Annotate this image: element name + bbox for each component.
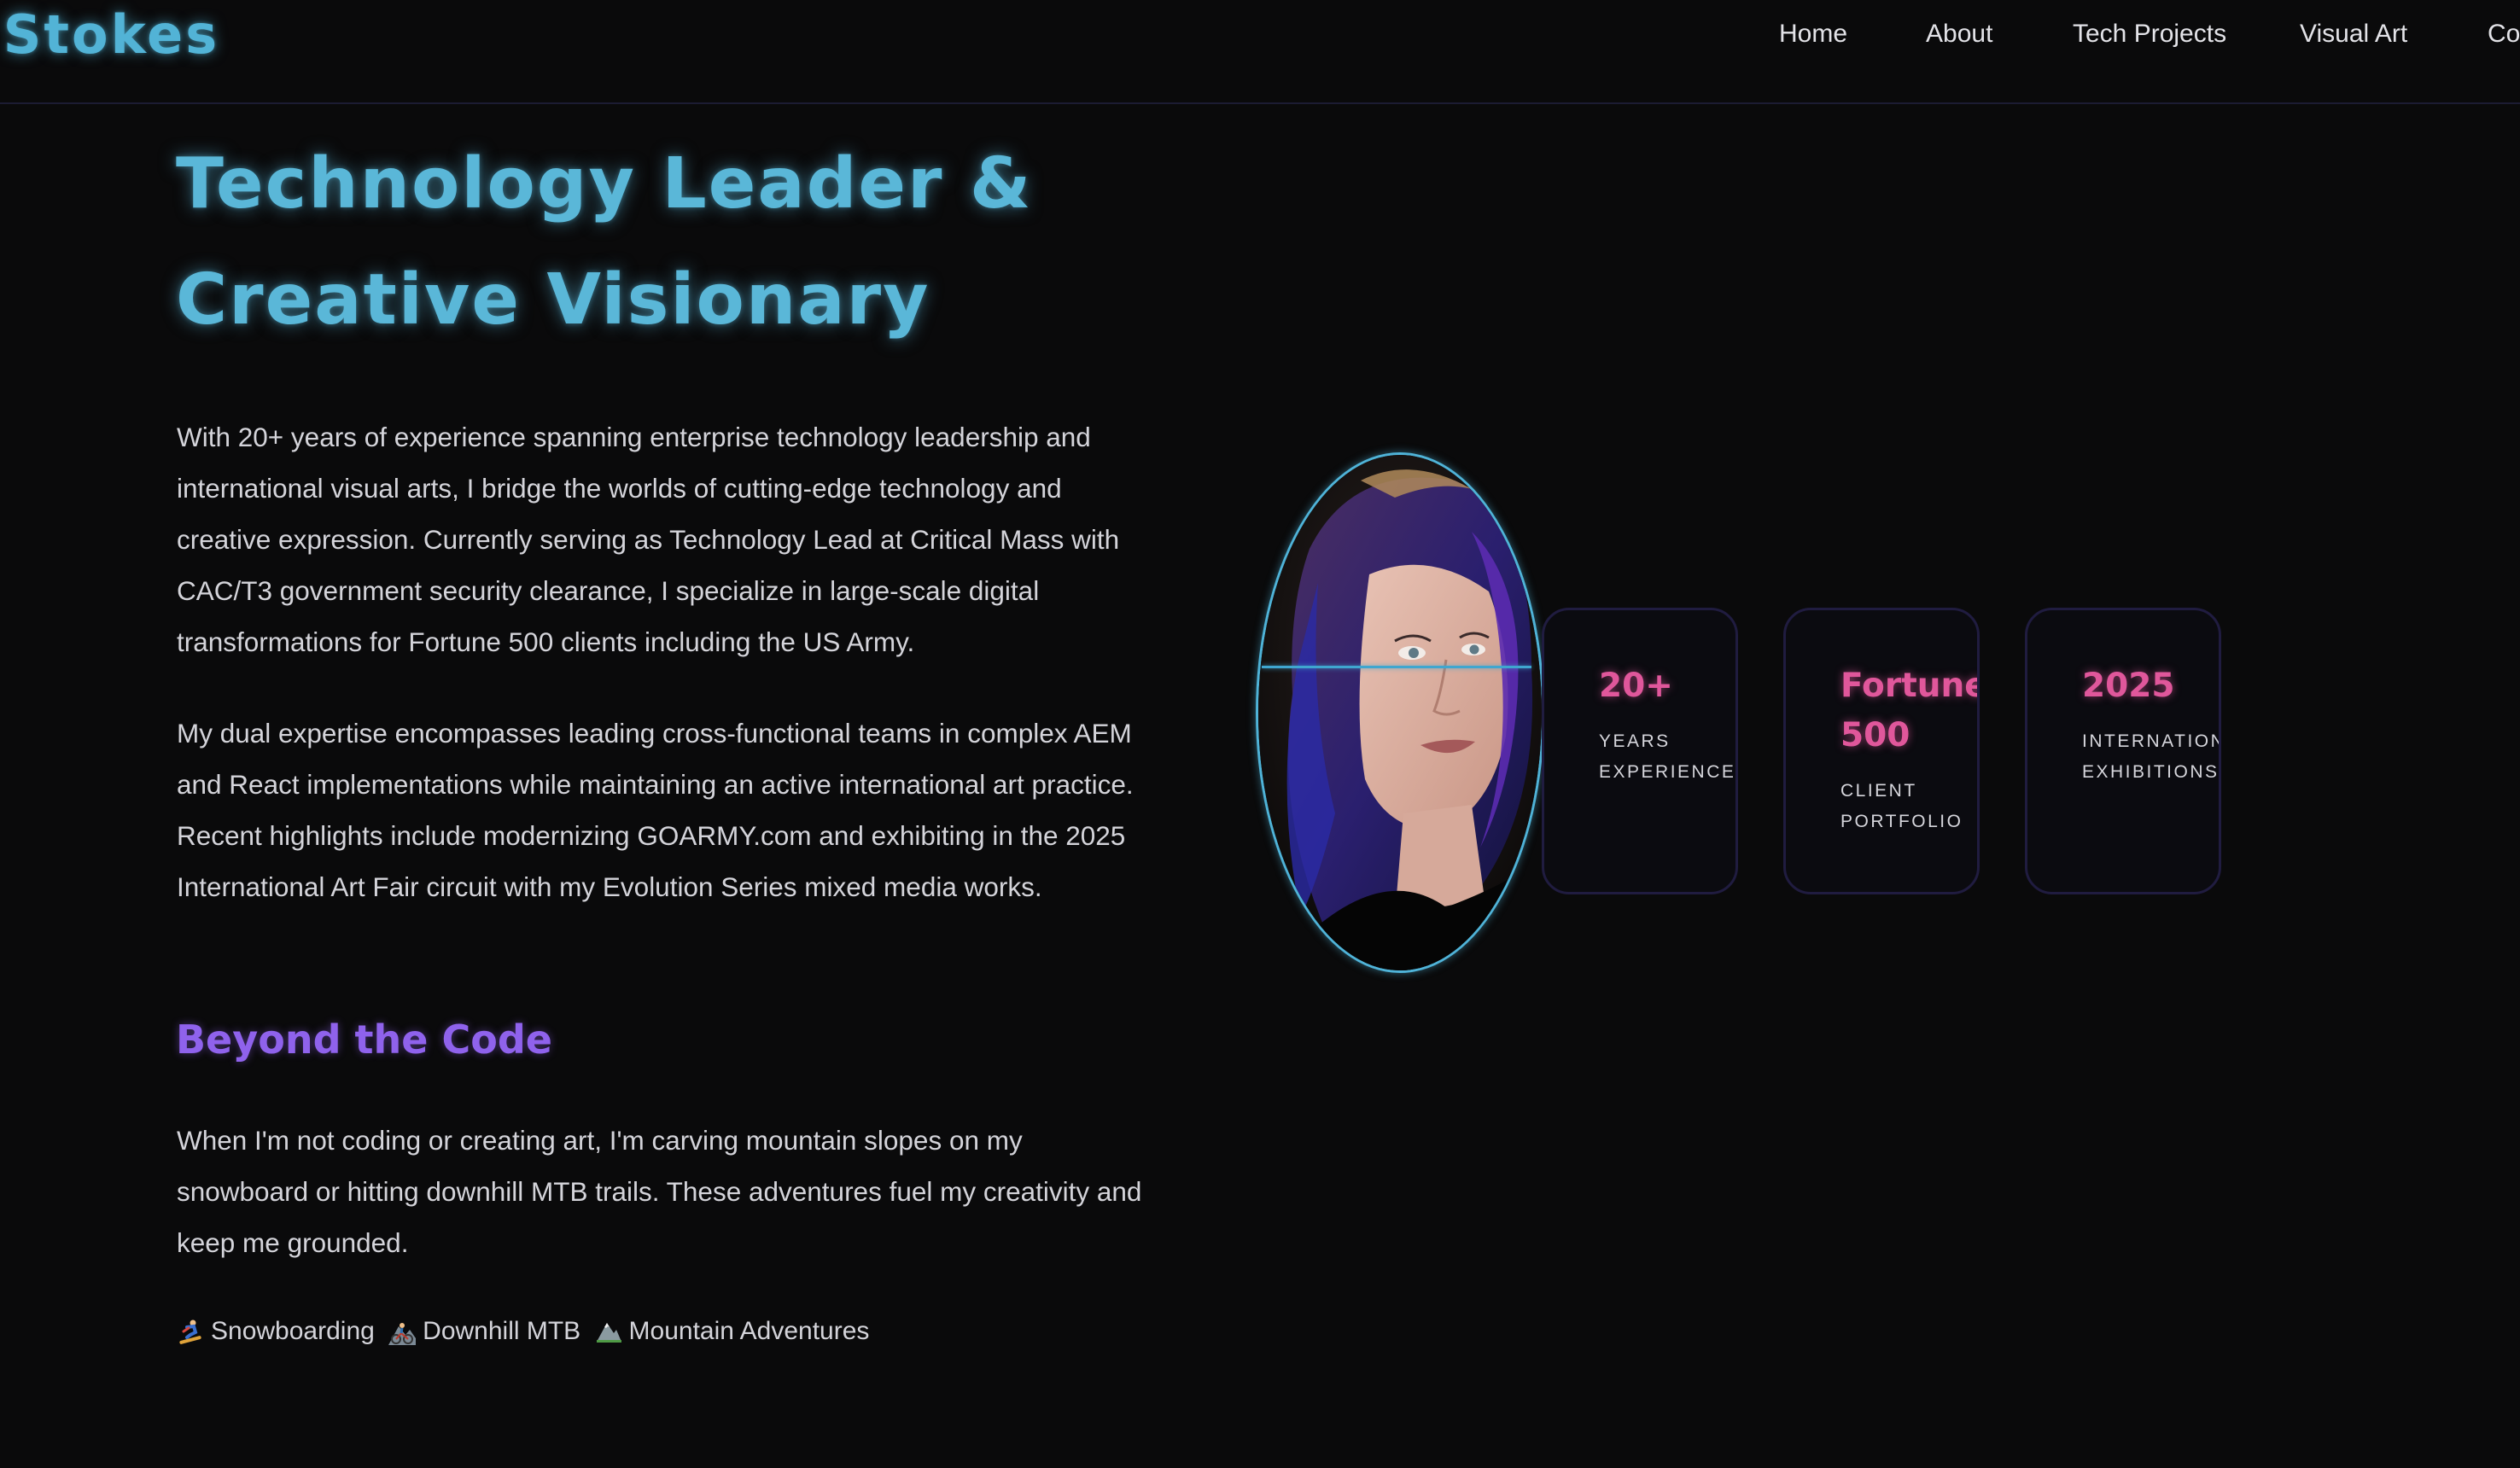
hobby-downhill-mtb: Downhill MTB xyxy=(388,1311,580,1352)
nav-link-home[interactable]: Home xyxy=(1779,15,1847,53)
photo-scanline xyxy=(1262,666,1531,668)
about-paragraph-2: My dual expertise encompasses leading cr… xyxy=(177,718,1134,902)
nav-link-contact[interactable]: Co xyxy=(2488,15,2520,53)
hero-title-line-2: Creative Visionary xyxy=(176,259,930,341)
stat-value: 20+ xyxy=(1599,667,1673,705)
beyond-the-code-heading: Beyond the Code xyxy=(176,1017,552,1063)
navbar: n Stokes Home About Tech Projects Visual… xyxy=(0,0,2520,104)
hobbies-list: Snowboarding Downhill MTB Mountain Adven… xyxy=(177,1311,869,1352)
mountain-biker-icon xyxy=(388,1323,417,1345)
stat-card-exhibitions: 2025 INTERNATIONAL EXHIBITIONS xyxy=(2025,608,2221,894)
hobby-label-mountain-adventures: Mountain Adventures xyxy=(628,1317,870,1345)
nav-link-about[interactable]: About xyxy=(1926,15,1992,53)
mountain-icon xyxy=(596,1323,621,1343)
nav-link-visual-art[interactable]: Visual Art xyxy=(2300,15,2407,53)
hero-title: Technology Leader & Creative Visionary xyxy=(176,126,1286,358)
stat-card-clients: Fortune 500 CLIENT PORTFOLIO xyxy=(1783,608,1980,894)
stat-label: CLIENT PORTFOLIO xyxy=(1840,781,1963,831)
profile-photo-illustration xyxy=(1258,455,1542,970)
stat-value: Fortune 500 xyxy=(1840,667,1980,754)
nav-link-tech-projects[interactable]: Tech Projects xyxy=(2073,15,2226,53)
brand-logo-text[interactable]: n Stokes xyxy=(0,0,219,70)
profile-photo xyxy=(1256,452,1544,973)
page: n Stokes Home About Tech Projects Visual… xyxy=(0,0,2520,1468)
snowboarder-icon xyxy=(179,1319,201,1344)
hobby-snowboarding: Snowboarding xyxy=(177,1311,375,1352)
stat-value: 2025 xyxy=(2082,667,2175,705)
stat-label: YEARS EXPERIENCE xyxy=(1599,731,1736,782)
hobby-label-snowboarding: Snowboarding xyxy=(211,1317,375,1345)
stat-label: INTERNATIONAL EXHIBITIONS xyxy=(2082,731,2220,782)
beyond-paragraph: When I'm not coding or creating art, I'm… xyxy=(177,1125,1142,1258)
about-paragraph-1: With 20+ years of experience spanning en… xyxy=(177,422,1120,657)
hero-title-line-1: Technology Leader & xyxy=(176,143,1033,224)
hobby-label-downhill-mtb: Downhill MTB xyxy=(423,1317,581,1345)
stat-card-experience: 20+ YEARS EXPERIENCE xyxy=(1542,608,1738,894)
hobby-mountain-adventures: Mountain Adventures xyxy=(595,1311,870,1352)
